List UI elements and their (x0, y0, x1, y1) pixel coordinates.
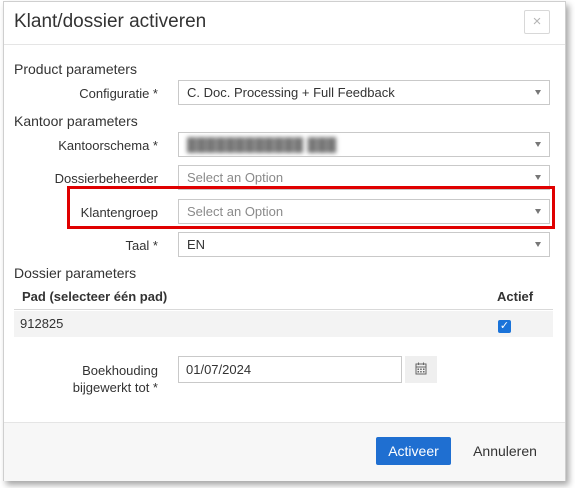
boekhouding-label-line1: Boekhouding (82, 363, 158, 378)
calendar-button[interactable] (405, 356, 437, 383)
pad-cell: 912825 (20, 316, 64, 331)
checkmark-icon: ✓ (499, 320, 510, 332)
close-icon: × (532, 13, 542, 30)
boekhouding-label-line2: bijgewerkt tot * (72, 380, 158, 395)
product-parameters-heading: Product parameters (14, 61, 137, 77)
caret-down-icon (535, 90, 541, 95)
caret-down-icon (535, 142, 541, 147)
kantoorschema-value-redacted: ████████████ ███ (187, 137, 337, 152)
column-header-pad: Pad (selecteer één pad) (22, 289, 168, 304)
calendar-icon (415, 362, 427, 375)
kantoorschema-select[interactable]: ████████████ ███ (178, 132, 550, 157)
taal-value: EN (187, 237, 206, 252)
dossierbeheerder-label: Dossierbeheerder (54, 171, 158, 186)
activate-dialog: Klant/dossier activeren × Product parame… (3, 1, 566, 481)
dossier-parameters-heading: Dossier parameters (14, 265, 137, 281)
dialog-title: Klant/dossier activeren (14, 11, 207, 32)
configuratie-label: Configuratie * (79, 86, 158, 101)
dossierbeheerder-placeholder: Select an Option (187, 170, 284, 185)
column-header-actief: Actief (497, 289, 534, 304)
close-button[interactable]: × (524, 10, 550, 34)
dialog-header: Klant/dossier activeren × (4, 2, 565, 45)
actief-checkbox[interactable]: ✓ (498, 320, 511, 333)
taal-select[interactable]: EN (178, 232, 550, 257)
dialog-footer: Activeer Annuleren (4, 422, 565, 481)
table-row: 912825 ✓ (14, 311, 553, 337)
taal-label: Taal * (125, 238, 158, 253)
kantoor-parameters-heading: Kantoor parameters (14, 113, 138, 129)
pad-table-header: Pad (selecteer één pad) Actief (14, 289, 553, 310)
kantoorschema-label: Kantoorschema * (58, 138, 158, 153)
caret-down-icon (535, 175, 541, 180)
boekhouding-date-input[interactable]: 01/07/2024 (178, 356, 402, 383)
klantengroep-highlight-box (67, 186, 555, 229)
caret-down-icon (535, 242, 541, 247)
cancel-button[interactable]: Annuleren (466, 437, 544, 465)
boekhouding-date-value: 01/07/2024 (186, 362, 252, 377)
configuratie-value: C. Doc. Processing + Full Feedback (187, 85, 395, 100)
activate-button[interactable]: Activeer (376, 437, 451, 465)
boekhouding-label: Boekhouding bijgewerkt tot * (0, 362, 158, 396)
configuratie-select[interactable]: C. Doc. Processing + Full Feedback (178, 80, 550, 105)
